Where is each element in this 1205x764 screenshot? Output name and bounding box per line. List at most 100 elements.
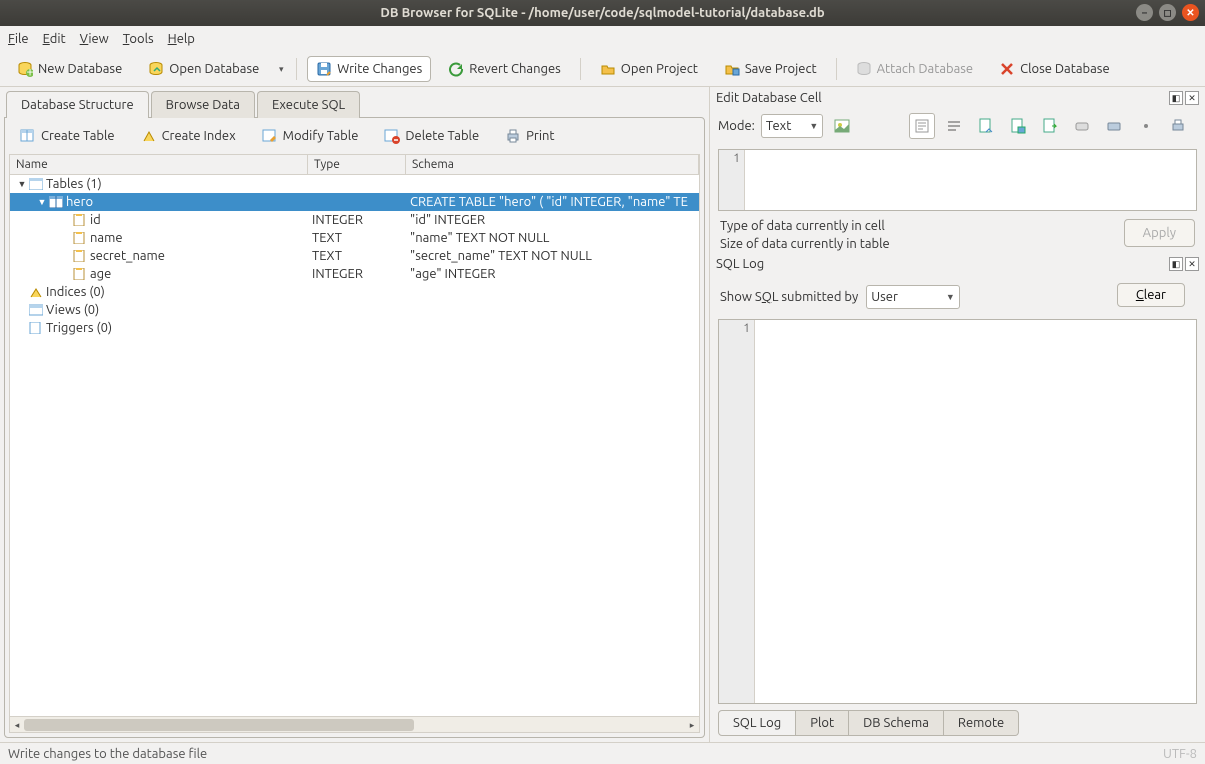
bottom-tab-remote[interactable]: Remote — [943, 710, 1019, 736]
minimize-button[interactable]: – — [1136, 4, 1153, 21]
save-project-button[interactable]: Save Project — [715, 56, 826, 82]
tree-header: Name Type Schema — [9, 154, 700, 175]
scroll-thumb[interactable] — [24, 719, 414, 731]
column-icon — [72, 213, 88, 227]
write-changes-button[interactable]: Write Changes — [307, 56, 431, 82]
apply-button[interactable]: Apply — [1124, 219, 1195, 247]
left-pane: Database Structure Browse Data Execute S… — [0, 87, 710, 742]
sql-log-text[interactable] — [755, 320, 1196, 703]
attach-database-button[interactable]: Attach Database — [847, 56, 983, 82]
blob-button[interactable] — [1101, 113, 1127, 139]
sql-source-value: User — [871, 290, 898, 304]
tree-row-views[interactable]: Views (0) — [10, 301, 699, 319]
structure-toolbar: Create Table Create Index Modify Table D… — [5, 118, 704, 154]
mode-row: Mode: Text ▼ — [710, 109, 1205, 143]
open-project-icon — [600, 61, 616, 77]
create-index-button[interactable]: Create Index — [134, 124, 243, 148]
open-database-dropdown[interactable]: ▾ — [276, 64, 286, 75]
column-name: id — [90, 213, 101, 227]
wrap-button[interactable] — [941, 113, 967, 139]
open-database-button[interactable]: Open Database — [139, 56, 268, 82]
panel-undock-button[interactable]: ◧ — [1169, 91, 1183, 105]
open-project-button[interactable]: Open Project — [591, 56, 707, 82]
null-button[interactable] — [1069, 113, 1095, 139]
print-cell-button[interactable] — [1165, 113, 1191, 139]
tree-row-indices[interactable]: Indices (0) — [10, 283, 699, 301]
menu-help[interactable]: Help — [168, 32, 195, 46]
dot-button[interactable] — [1133, 113, 1159, 139]
tree-row-tables[interactable]: ▼Tables (1) — [10, 175, 699, 193]
menu-tools[interactable]: Tools — [123, 32, 154, 46]
edit-cell-area[interactable]: 1 — [718, 149, 1197, 211]
open-file-button[interactable] — [973, 113, 999, 139]
edit-cell-text[interactable] — [745, 150, 1196, 210]
expand-icon[interactable]: ▼ — [16, 179, 28, 189]
horizontal-scrollbar[interactable]: ◂ ▸ — [9, 717, 700, 733]
column-name: name — [90, 231, 123, 245]
clear-button[interactable]: Clear — [1117, 283, 1185, 307]
close-database-button[interactable]: Close Database — [990, 56, 1119, 82]
chevron-down-icon: ▼ — [946, 292, 955, 302]
tab-database-structure[interactable]: Database Structure — [6, 91, 149, 118]
indices-label: Indices (0) — [46, 285, 105, 299]
bottom-tab-sql-log[interactable]: SQL Log — [718, 710, 796, 736]
tree-row-column[interactable]: age INTEGER "age" INTEGER — [10, 265, 699, 283]
main-area: Database Structure Browse Data Execute S… — [0, 87, 1205, 742]
bottom-tab-plot[interactable]: Plot — [795, 710, 849, 736]
scroll-right-icon[interactable]: ▸ — [685, 717, 699, 733]
expand-icon[interactable]: ▼ — [36, 197, 48, 207]
delete-table-icon — [384, 128, 400, 144]
maximize-button[interactable]: ◻ — [1159, 4, 1176, 21]
column-name: secret_name — [90, 249, 165, 263]
menu-file[interactable]: File — [8, 32, 29, 46]
sql-log-area[interactable]: 1 — [718, 319, 1197, 704]
export-button[interactable] — [1037, 113, 1063, 139]
close-database-label: Close Database — [1020, 62, 1110, 76]
column-name: age — [90, 267, 111, 281]
triggers-icon — [28, 321, 44, 335]
delete-table-button[interactable]: Delete Table — [377, 124, 486, 148]
header-name[interactable]: Name — [10, 155, 308, 174]
attach-database-icon — [856, 61, 872, 77]
scroll-left-icon[interactable]: ◂ — [10, 717, 24, 733]
insert-image-button[interactable] — [829, 113, 855, 139]
tree-row-column[interactable]: name TEXT "name" TEXT NOT NULL — [10, 229, 699, 247]
panel-close-button[interactable]: ✕ — [1185, 257, 1199, 271]
tab-browse-data[interactable]: Browse Data — [151, 91, 255, 118]
tree-view: Name Type Schema ▼Tables (1) ▼hero CREAT… — [9, 154, 700, 733]
new-database-label: New Database — [38, 62, 122, 76]
chevron-down-icon: ▼ — [809, 121, 818, 131]
close-window-button[interactable]: ✕ — [1182, 4, 1199, 21]
menu-bar: File Edit View Tools Help — [0, 26, 1205, 52]
create-table-button[interactable]: Create Table — [13, 124, 122, 148]
text-mode-button[interactable] — [909, 113, 935, 139]
tree-row-column[interactable]: secret_name TEXT "secret_name" TEXT NOT … — [10, 247, 699, 265]
tree-row-column[interactable]: id INTEGER "id" INTEGER — [10, 211, 699, 229]
bottom-tab-db-schema[interactable]: DB Schema — [848, 710, 944, 736]
show-sql-label: Show SQL submitted by — [720, 290, 858, 304]
sql-source-select[interactable]: User ▼ — [866, 285, 960, 309]
mode-select[interactable]: Text ▼ — [761, 114, 823, 138]
revert-changes-button[interactable]: Revert Changes — [439, 56, 570, 82]
tree-body[interactable]: ▼Tables (1) ▼hero CREATE TABLE "hero" ( … — [9, 175, 700, 717]
tree-row-triggers[interactable]: Triggers (0) — [10, 319, 699, 337]
menu-edit[interactable]: Edit — [43, 32, 66, 46]
print-button[interactable]: Print — [498, 124, 561, 148]
tree-row-hero[interactable]: ▼hero CREATE TABLE "hero" ( "id" INTEGER… — [10, 193, 699, 211]
open-database-icon — [148, 61, 164, 77]
panel-close-button[interactable]: ✕ — [1185, 91, 1199, 105]
column-schema: "name" TEXT NOT NULL — [406, 231, 699, 245]
views-label: Views (0) — [46, 303, 99, 317]
header-type[interactable]: Type — [308, 155, 406, 174]
tab-execute-sql[interactable]: Execute SQL — [257, 91, 360, 118]
new-database-icon: + — [17, 61, 33, 77]
save-file-button[interactable] — [1005, 113, 1031, 139]
modify-table-button[interactable]: Modify Table — [255, 124, 366, 148]
new-database-button[interactable]: + New Database — [8, 56, 131, 82]
window-titlebar: DB Browser for SQLite - /home/user/code/… — [0, 0, 1205, 26]
panel-undock-button[interactable]: ◧ — [1169, 257, 1183, 271]
edit-cell-iconrow — [909, 113, 1197, 139]
menu-view[interactable]: View — [80, 32, 109, 46]
create-index-label: Create Index — [162, 129, 236, 143]
header-schema[interactable]: Schema — [406, 155, 699, 174]
